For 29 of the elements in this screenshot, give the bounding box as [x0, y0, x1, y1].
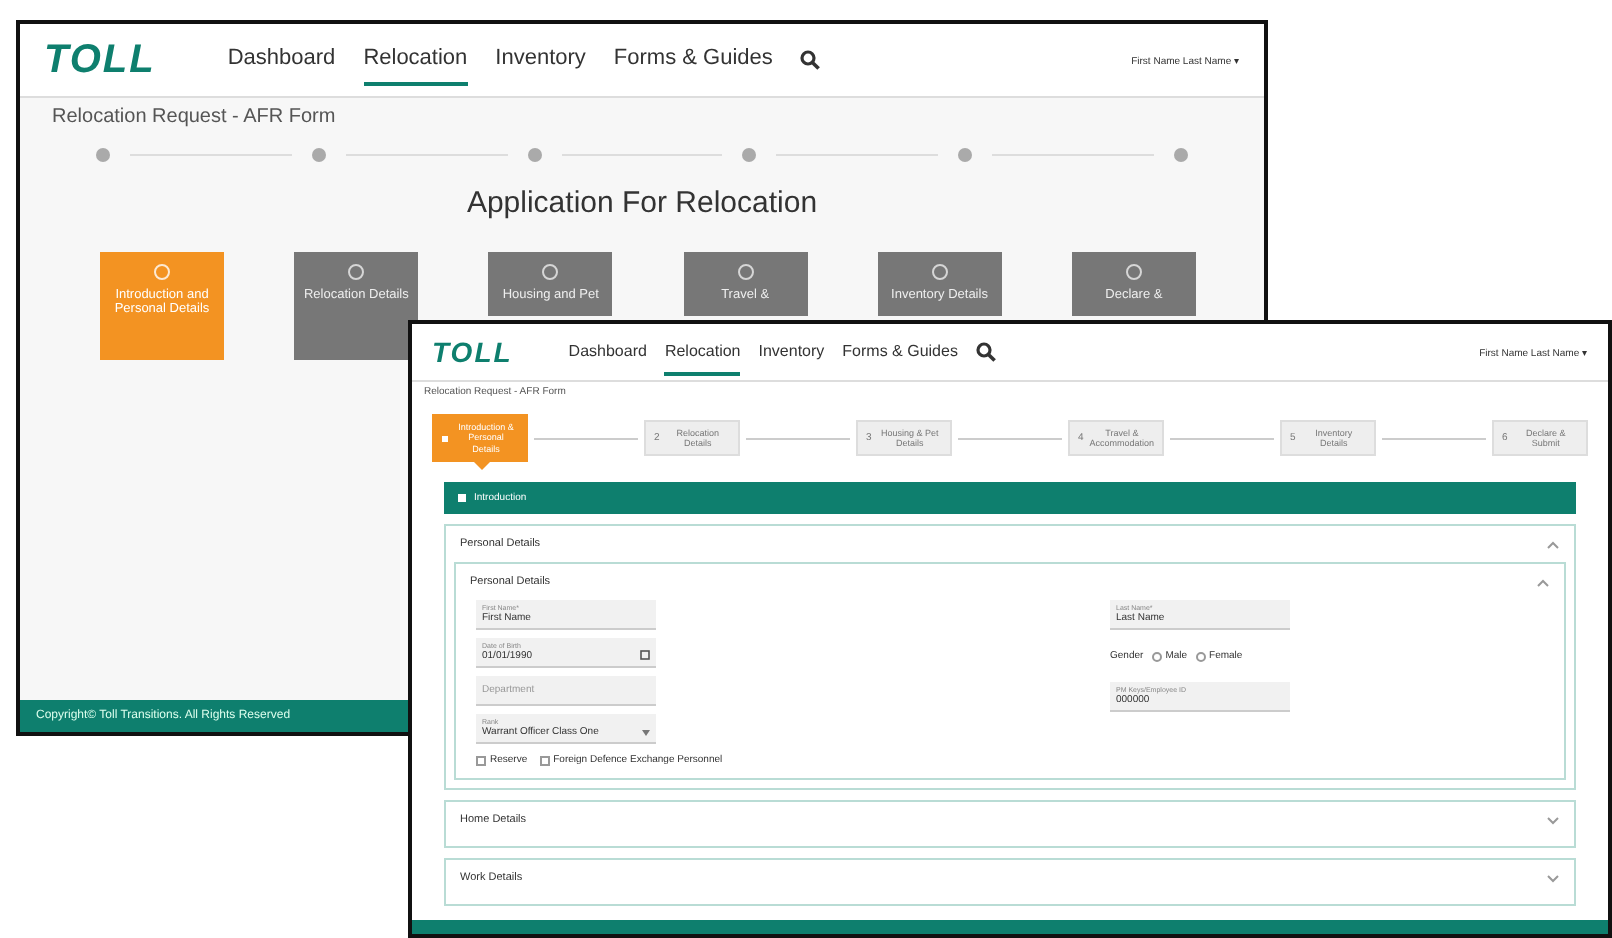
nav-tab[interactable]: Relocation [664, 329, 741, 375]
radio-button[interactable] [1195, 651, 1206, 662]
checkbox[interactable] [539, 755, 550, 766]
step-dot [1173, 148, 1188, 162]
checkbox[interactable] [476, 755, 486, 766]
step-dot [958, 148, 973, 162]
logo: TOLL [44, 37, 156, 83]
step-dot [96, 148, 110, 162]
page-title: Application For Relocation [464, 186, 820, 220]
nav-tab[interactable]: Relocation [363, 34, 468, 86]
step-dot [311, 148, 326, 162]
nav-tab[interactable]: Inventory [758, 329, 825, 375]
step-dot [742, 148, 757, 162]
chevron-icon[interactable] [1546, 815, 1560, 826]
breadcrumb: Relocation Request - AFR Form [50, 104, 338, 132]
search-icon[interactable] [800, 50, 821, 70]
chevron-icon[interactable] [1546, 539, 1560, 550]
radio-button[interactable] [1151, 651, 1162, 662]
nav-tab[interactable]: Forms & Guides [842, 329, 958, 375]
chevron-icon[interactable] [1546, 873, 1560, 884]
step-dot [527, 148, 542, 162]
logo: TOLL [432, 336, 513, 368]
nav-tab[interactable]: Dashboard [227, 34, 336, 86]
chevron-icon[interactable] [1536, 577, 1550, 588]
search-icon[interactable] [975, 342, 996, 362]
nav-tab[interactable]: Forms & Guides [613, 34, 773, 86]
calendar-icon[interactable] [640, 650, 650, 661]
nav-tab[interactable]: Inventory [495, 34, 586, 86]
nav-tab[interactable]: Dashboard [568, 329, 647, 375]
